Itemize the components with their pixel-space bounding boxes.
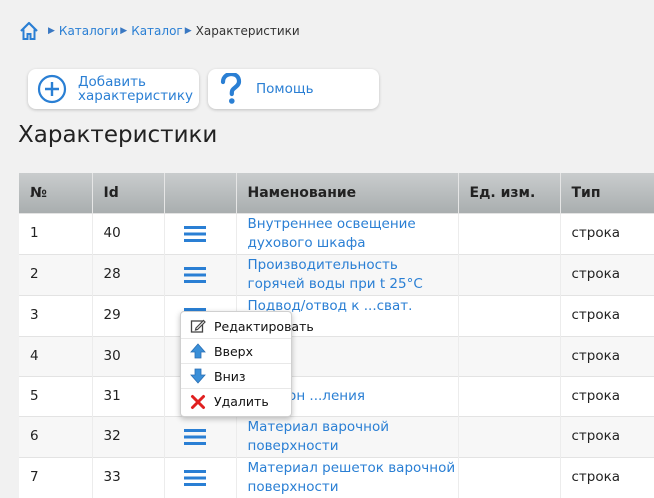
row-menu-cell: [164, 212, 237, 254]
cell-number: 7: [19, 456, 93, 498]
breadcrumb-catalogs-link[interactable]: Каталоги: [59, 24, 118, 38]
cell-id: 30: [92, 335, 165, 376]
cell-number: 4: [19, 335, 93, 376]
cell-id: 28: [92, 253, 165, 295]
row-menu-cell: [164, 253, 237, 295]
cell-number: 3: [19, 294, 93, 336]
column-header-name[interactable]: Наменование: [236, 173, 459, 213]
context-menu-edit[interactable]: Редактировать: [181, 314, 314, 339]
plus-circle-icon: [37, 74, 67, 104]
breadcrumb-catalog-link[interactable]: Каталог: [131, 24, 183, 38]
hamburger-menu-icon[interactable]: [183, 266, 206, 283]
row-menu-cell: [164, 415, 237, 457]
column-header-unit[interactable]: Ед. изм.: [458, 173, 561, 213]
cell-id: 33: [92, 456, 165, 498]
close-x-icon: [191, 394, 205, 409]
cell-name-link[interactable]: Материал решеток варочной поверхности: [236, 456, 459, 498]
column-header-number[interactable]: №: [19, 173, 93, 213]
cell-id: 32: [92, 415, 165, 457]
toolbar: Добавить характеристику Помощь: [28, 69, 379, 109]
question-mark-icon: [220, 73, 242, 104]
page-title: Характеристики: [18, 122, 218, 148]
cell-type: строка: [560, 212, 654, 254]
cell-id: 29: [92, 294, 165, 336]
cell-number: 2: [19, 253, 93, 295]
context-menu-edit-label: Редактировать: [214, 318, 314, 334]
context-menu-delete[interactable]: Удалить: [181, 389, 291, 414]
add-label-line2: характеристику: [78, 88, 193, 104]
add-characteristic-button[interactable]: Добавить характеристику: [28, 69, 199, 109]
cell-unit: [458, 415, 561, 457]
breadcrumb-separator: ▶: [184, 26, 192, 36]
characteristics-table: № Id Наменование Ед. изм. Тип 1 40 Внутр…: [19, 173, 654, 498]
context-menu-up-label: Вверх: [214, 343, 253, 359]
hamburger-menu-icon[interactable]: [183, 469, 206, 486]
cell-type: строка: [560, 294, 654, 336]
breadcrumb-current: Характеристики: [195, 24, 300, 38]
table-row: 7 33 Материал решеток варочной поверхнос…: [19, 456, 654, 498]
context-menu-move-up[interactable]: Вверх: [181, 339, 291, 364]
column-header-actions: [164, 173, 237, 213]
row-menu-cell: [164, 456, 237, 498]
context-menu-move-down[interactable]: Вниз: [181, 364, 291, 389]
table-row: 6 32 Материал варочной поверхности строк…: [19, 415, 654, 457]
cell-type: строка: [560, 335, 654, 376]
table-header-row: № Id Наменование Ед. изм. Тип: [19, 173, 654, 213]
row-context-menu: Редактировать Вверх Вниз Удалить: [180, 311, 314, 417]
breadcrumb-separator: ▶: [120, 26, 128, 36]
cell-unit: [458, 253, 561, 295]
add-button-label: Добавить характеристику: [78, 75, 193, 103]
cell-number: 1: [19, 212, 93, 254]
arrow-up-icon: [190, 343, 206, 359]
cell-unit: [458, 335, 561, 376]
help-button-label: Помощь: [256, 81, 314, 97]
hamburger-menu-icon[interactable]: [183, 428, 206, 445]
cell-type: строка: [560, 456, 654, 498]
table-row: 2 28 Производительность горячей воды при…: [19, 253, 654, 295]
breadcrumb: ▶ Каталоги ▶ Каталог ▶ Характеристики: [18, 20, 300, 42]
cell-name-link[interactable]: Внутреннее освещение духового шкафа: [236, 212, 459, 254]
column-header-type[interactable]: Тип: [560, 173, 654, 213]
arrow-down-icon: [190, 368, 206, 384]
cell-number: 6: [19, 415, 93, 457]
cell-type: строка: [560, 253, 654, 295]
cell-type: строка: [560, 375, 654, 416]
home-icon[interactable]: [18, 20, 40, 42]
breadcrumb-separator: ▶: [48, 26, 55, 36]
column-header-id[interactable]: Id: [92, 173, 165, 213]
cell-type: строка: [560, 415, 654, 457]
cell-unit: [458, 375, 561, 416]
context-menu-down-label: Вниз: [214, 368, 246, 384]
cell-number: 5: [19, 375, 93, 416]
cell-unit: [458, 456, 561, 498]
table-row: 5 31 ...во зон ...ления строка: [19, 375, 654, 416]
cell-unit: [458, 294, 561, 336]
help-button[interactable]: Помощь: [208, 69, 379, 109]
cell-unit: [458, 212, 561, 254]
context-menu-delete-label: Удалить: [214, 394, 269, 409]
table-row: 1 40 Внутреннее освещение духового шкафа…: [19, 212, 654, 254]
cell-name-link[interactable]: Материал варочной поверхности: [236, 415, 459, 457]
cell-id: 31: [92, 375, 165, 416]
table-row: 4 30 ...ость строка: [19, 335, 654, 376]
table-row: 3 29 Подвод/отвод к ...сват. части строк…: [19, 294, 654, 336]
cell-name-link[interactable]: Производительность горячей воды при t 25…: [236, 253, 459, 295]
cell-id: 40: [92, 212, 165, 254]
hamburger-menu-icon[interactable]: [183, 225, 206, 242]
edit-icon: [190, 319, 206, 333]
